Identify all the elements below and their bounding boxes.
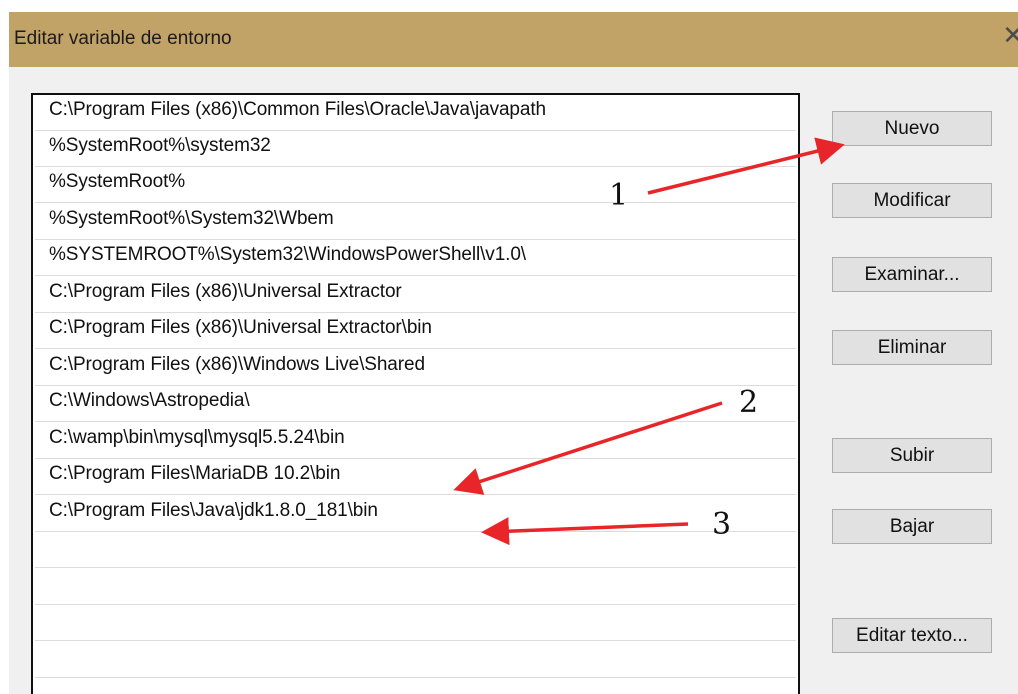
list-item-text: %SystemRoot%\system32 (49, 135, 271, 156)
list-item-text: C:\Program Files\Java\jdk1.8.0_181\bin (49, 500, 378, 521)
new-button[interactable]: Nuevo (832, 111, 992, 146)
list-item-text: C:\Program Files (x86)\Common Files\Orac… (49, 99, 547, 120)
list-item[interactable]: C:\wamp\bin\mysql\mysql5.5.24\bin (35, 423, 796, 459)
move-down-button[interactable]: Bajar (832, 509, 992, 544)
list-item-empty[interactable] (35, 642, 796, 678)
list-item[interactable]: C:\Windows\Astropedia\ (35, 386, 796, 422)
list-item[interactable]: C:\Program Files (x86)\Universal Extract… (35, 277, 796, 313)
list-item-text: C:\Program Files (x86)\Universal Extract… (49, 281, 402, 302)
list-item-text: C:\Program Files\MariaDB 10.2\bin (49, 463, 341, 484)
list-item[interactable]: C:\Program Files\MariaDB 10.2\bin (35, 459, 796, 495)
list-item-text: C:\Program Files (x86)\Universal Extract… (49, 317, 432, 338)
path-list[interactable]: C:\Program Files (x86)\Common Files\Orac… (31, 93, 800, 694)
list-item-text: %SystemRoot%\System32\Wbem (49, 208, 334, 229)
browse-button[interactable]: Examinar... (832, 257, 992, 292)
list-item[interactable]: %SystemRoot%\System32\Wbem (35, 204, 796, 240)
list-item-empty[interactable] (35, 605, 796, 641)
delete-button[interactable]: Eliminar (832, 330, 992, 365)
list-item-text: %SystemRoot% (49, 171, 186, 192)
list-item-text: C:\wamp\bin\mysql\mysql5.5.24\bin (49, 427, 345, 448)
list-item[interactable]: C:\Program Files (x86)\Common Files\Orac… (35, 95, 796, 131)
list-item[interactable]: %SystemRoot% (35, 167, 796, 203)
edit-text-button[interactable]: Editar texto... (832, 618, 992, 653)
modify-button[interactable]: Modificar (832, 183, 992, 218)
list-item-text: %SYSTEMROOT%\System32\WindowsPowerShell\… (49, 244, 526, 265)
list-item-text: C:\Windows\Astropedia\ (49, 390, 250, 411)
move-up-button[interactable]: Subir (832, 438, 992, 473)
list-item[interactable]: %SYSTEMROOT%\System32\WindowsPowerShell\… (35, 240, 796, 276)
list-item[interactable]: %SystemRoot%\system32 (35, 131, 796, 167)
title-bar: Editar variable de entorno ✕ (9, 12, 1018, 67)
window-title: Editar variable de entorno (14, 28, 232, 49)
list-item-text: C:\Program Files (x86)\Windows Live\Shar… (49, 354, 425, 375)
list-item-empty[interactable] (35, 532, 796, 568)
list-item[interactable]: C:\Program Files (x86)\Windows Live\Shar… (35, 350, 796, 386)
list-item[interactable]: C:\Program Files (x86)\Universal Extract… (35, 313, 796, 349)
close-icon[interactable]: ✕ (1002, 22, 1018, 48)
list-item-empty[interactable] (35, 569, 796, 605)
list-item[interactable]: C:\Program Files\Java\jdk1.8.0_181\bin (35, 496, 796, 532)
